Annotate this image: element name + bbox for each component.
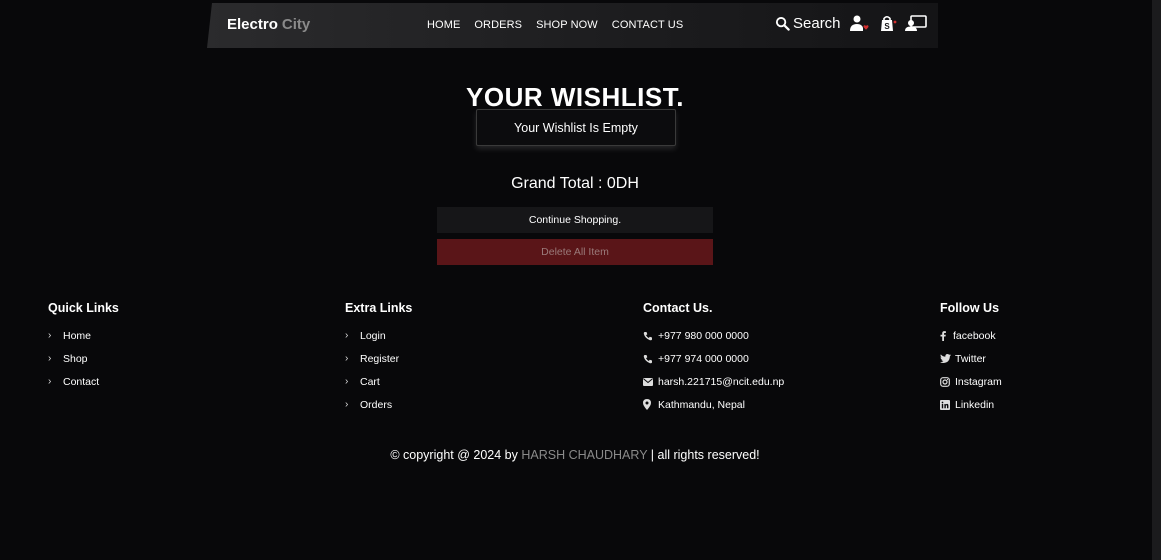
quick-link-shop[interactable]: › Shop [48,347,119,370]
social-twitter[interactable]: Twitter [940,347,1002,370]
chevron-right-icon: › [345,376,349,387]
copyright-author: HARSH CHAUDHARY [521,448,648,462]
extra-link-label[interactable]: Login [360,330,386,342]
quick-link-contact[interactable]: › Contact [48,370,119,393]
contact-phone-1[interactable]: +977 980 000 0000 [643,324,784,347]
brand-name-light: City [281,16,311,33]
copyright-prefix: © copyright @ 2024 by [390,448,518,462]
account-button[interactable] [904,15,927,32]
extra-link-label[interactable]: Register [360,353,399,365]
quick-link-label[interactable]: Contact [63,376,99,388]
continue-shopping-button[interactable]: Continue Shopping. [437,207,713,233]
contact-email-text[interactable]: harsh.221715@ncit.edu.np [658,376,784,388]
social-instagram[interactable]: Instagram [940,370,1002,393]
contact-title: Contact Us. [643,301,713,315]
footer-follow: Follow Us facebook Twitter Instagram Lin… [940,301,1002,416]
social-label[interactable]: facebook [953,330,996,342]
page-edge-strip [1152,0,1161,560]
linkedin-icon [940,399,955,410]
search-icon [775,16,790,31]
extra-link-login[interactable]: › Login [345,324,412,347]
wishlist-user-button[interactable] [849,15,871,32]
chevron-right-icon: › [48,353,52,364]
extra-link-orders[interactable]: › Orders [345,393,412,416]
cart-button[interactable]: S [879,15,897,32]
contact-phone-text[interactable]: +977 980 000 0000 [658,330,749,342]
social-linkedin[interactable]: Linkedin [940,393,1002,416]
svg-text:S: S [884,22,890,31]
wishlist-empty-message: Your Wishlist Is Empty [476,109,676,146]
user-heart-icon [849,15,869,31]
social-label[interactable]: Twitter [955,353,986,365]
chevron-right-icon: › [345,399,349,410]
header-actions: Search S [775,15,927,32]
extra-link-register[interactable]: › Register [345,347,412,370]
shopping-bag-icon: S [880,15,896,31]
extra-link-cart[interactable]: › Cart [345,370,412,393]
extra-links-title: Extra Links [345,301,413,315]
brand-logo[interactable]: Electro City [227,16,310,33]
contact-phone-2[interactable]: +977 974 000 0000 [643,347,784,370]
search-button[interactable]: Search [775,15,841,32]
footer-extra-links: Extra Links › Login › Register › Cart › Orde… [345,301,412,416]
footer-quick-links: Quick Links › Home › Shop › Contact [48,301,119,393]
twitter-icon [940,354,955,363]
delete-all-button[interactable]: Delete All Item [437,239,713,265]
contact-phone-text[interactable]: +977 974 000 0000 [658,353,749,365]
nav-orders[interactable]: ORDERS [474,19,522,31]
search-label: Search [793,15,841,32]
envelope-icon [643,377,658,386]
nav-shop-now[interactable]: SHOP NOW [536,19,598,31]
contact-email[interactable]: harsh.221715@ncit.edu.np [643,370,784,393]
social-label[interactable]: Instagram [955,376,1002,388]
chevron-right-icon: › [48,330,52,341]
social-facebook[interactable]: facebook [940,324,1002,347]
map-pin-icon [643,399,658,410]
phone-icon [643,354,658,364]
facebook-icon [940,330,953,341]
nav-contact-us[interactable]: CONTACT US [612,19,684,31]
quick-link-home[interactable]: › Home [48,324,119,347]
grand-total: Grand Total : 0DH [511,175,639,192]
extra-link-label[interactable]: Orders [360,399,392,411]
nav-home[interactable]: HOME [427,19,460,31]
chevron-right-icon: › [48,376,52,387]
quick-links-title: Quick Links [48,301,119,315]
contact-address: Kathmandu, Nepal [643,393,784,416]
brand-name-bold: Electro [227,16,278,33]
quick-link-label[interactable]: Shop [63,353,88,365]
copyright-suffix: | all rights reserved! [650,448,760,462]
extra-link-label[interactable]: Cart [360,376,380,388]
copyright: © copyright @ 2024 by HARSH CHAUDHARY | … [0,448,1150,462]
follow-title: Follow Us [940,301,1000,315]
instagram-icon [940,376,955,387]
phone-icon [643,331,658,341]
chevron-right-icon: › [345,353,349,364]
chevron-right-icon: › [345,330,349,341]
main-nav: HOME ORDERS SHOP NOW CONTACT US [427,19,683,31]
user-screen-icon [904,15,927,31]
social-label[interactable]: Linkedin [955,399,994,411]
top-navbar: Electro City HOME ORDERS SHOP NOW CONTACT… [207,3,938,48]
quick-link-label[interactable]: Home [63,330,91,342]
footer-contact: Contact Us. +977 980 000 0000 +977 974 0… [643,301,784,416]
contact-address-text: Kathmandu, Nepal [658,398,745,411]
